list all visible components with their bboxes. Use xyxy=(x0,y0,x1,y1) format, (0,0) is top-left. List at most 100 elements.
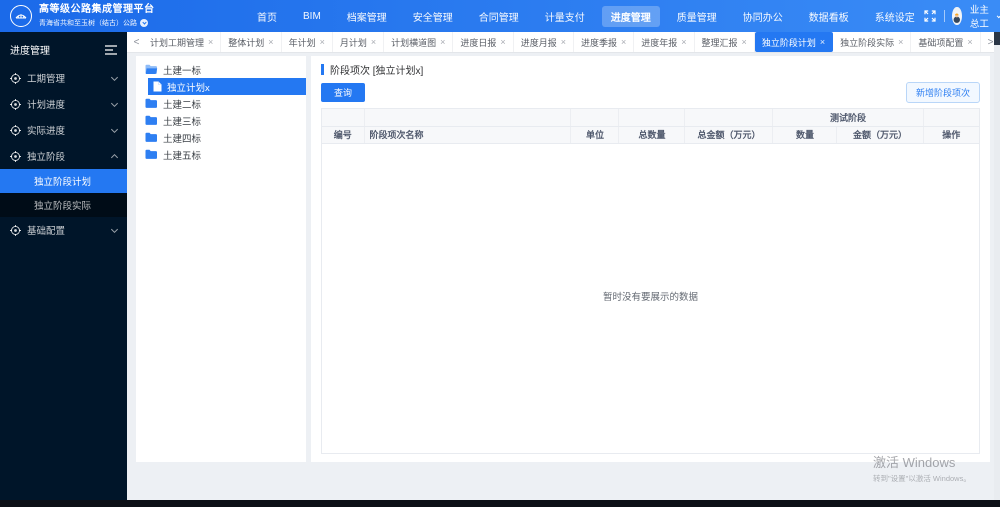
tab-label: 独立阶段实际 xyxy=(840,37,895,48)
tab-close-icon[interactable]: × xyxy=(561,37,566,47)
nav-item-contract[interactable]: 合同管理 xyxy=(470,6,528,27)
sidebar-title: 进度管理 xyxy=(10,46,50,57)
tab-year-plan[interactable]: 年计划 × xyxy=(282,32,333,52)
tab-close-icon[interactable]: × xyxy=(681,37,686,47)
sidebar-item-independent-stage-plan[interactable]: 独立阶段计划 xyxy=(0,169,127,193)
nav-item-archives[interactable]: 档案管理 xyxy=(338,6,396,27)
tab-yearly-report[interactable]: 进度年报 × xyxy=(634,32,695,52)
tab-label: 基础项配置 xyxy=(918,37,964,48)
nav-item-quality[interactable]: 质量管理 xyxy=(668,6,726,27)
tree-item-label: 独立计划x xyxy=(167,82,210,94)
tab-independent-stage-plan[interactable]: 独立阶段计划 × xyxy=(754,32,834,52)
column-header-unit: 单位 xyxy=(570,126,620,144)
column-header-quantity: 数量 xyxy=(772,126,838,144)
table-empty-state: 暂时没有要展示的数据 xyxy=(322,143,979,453)
column-header-number: 编号 xyxy=(322,126,365,144)
tree-folder-label: 土建四标 xyxy=(163,133,202,145)
column-header-actions: 操作 xyxy=(923,126,979,144)
menu-collapse-icon[interactable] xyxy=(105,44,117,55)
project-switcher-icon[interactable] xyxy=(140,18,148,27)
tab-overall-plan[interactable]: 整体计划 × xyxy=(221,32,282,52)
tab-close-icon[interactable]: × xyxy=(500,37,505,47)
brand-text: 高等级公路集成管理平台 青海省共和至玉树（结古）公路 xyxy=(39,4,155,28)
tab-close-icon[interactable]: × xyxy=(371,37,376,47)
top-header: 高等级公路集成管理平台 青海省共和至玉树（结古）公路 首页 BIM 档案管理 安… xyxy=(0,0,1000,32)
tab-base-item-config[interactable]: 基础项配置 × xyxy=(911,32,981,52)
nav-item-settings[interactable]: 系统设定 xyxy=(866,6,924,27)
tab-close-icon[interactable]: × xyxy=(440,37,445,47)
fullscreen-icon[interactable] xyxy=(924,10,936,22)
tab-close-icon[interactable]: × xyxy=(268,37,273,47)
tab-month-plan[interactable]: 月计划 × xyxy=(333,32,385,52)
sidebar-item-actual-progress[interactable]: 实际进度 xyxy=(0,117,127,143)
tab-label: 进度季报 xyxy=(580,37,617,48)
tabs-wrap: 计划工期管理 × 整体计划 × 年计划 × 月计划 × 计划横道图 × 进度日报 × 进度月… xyxy=(143,32,984,52)
nav-item-measurement[interactable]: 计量支付 xyxy=(536,6,594,27)
sidebar-item-label: 实际进度 xyxy=(27,126,66,137)
tree-folder-section1[interactable]: 土建一标 xyxy=(136,61,306,78)
tab-close-icon[interactable]: × xyxy=(320,37,325,47)
tab-quarterly-report[interactable]: 进度季报 × xyxy=(574,32,635,52)
column-header-stage-item-name: 阶段项次名称 xyxy=(364,126,572,144)
tab-close-icon[interactable]: × xyxy=(898,37,903,47)
tab-close-icon[interactable]: × xyxy=(208,37,213,47)
tab-daily-report[interactable]: 进度日报 × xyxy=(453,32,514,52)
tree-folder-section3[interactable]: 土建三标 xyxy=(136,112,306,129)
tabs-scroll-left-icon[interactable]: < xyxy=(130,37,143,48)
sidebar-item-planned-progress[interactable]: 计划进度 xyxy=(0,91,127,117)
tab-label: 整理汇报 xyxy=(701,37,738,48)
nav-item-progress[interactable]: 进度管理 xyxy=(601,5,660,27)
nav-item-dashboard[interactable]: 数据看板 xyxy=(800,6,858,27)
compass-icon xyxy=(10,124,21,136)
tree-folder-section5[interactable]: 土建五标 xyxy=(136,146,306,163)
sidebar-item-base-config[interactable]: 基础配置 xyxy=(0,217,127,243)
sidebar-item-duration-mgmt[interactable]: 工期管理 xyxy=(0,65,127,91)
compass-icon xyxy=(10,150,21,162)
tab-summary-report[interactable]: 整理汇报 × xyxy=(695,32,755,52)
tab-plan-duration-mgmt[interactable]: 计划工期管理 × xyxy=(143,32,222,52)
tree-folder-label: 土建三标 xyxy=(163,116,202,128)
page-scrollbar[interactable] xyxy=(994,32,1000,500)
tree-item-independent-plan[interactable]: 独立计划x xyxy=(148,78,306,95)
tab-monthly-report[interactable]: 进度月报 × xyxy=(514,32,574,52)
tab-label: 整体计划 xyxy=(228,37,265,48)
chevron-down-icon xyxy=(110,225,119,233)
sidebar-item-label: 独立阶段 xyxy=(27,152,66,163)
avatar[interactable] xyxy=(952,7,962,25)
tab-label: 进度日报 xyxy=(460,37,497,48)
empty-state-text: 暂时没有要展示的数据 xyxy=(602,291,698,303)
tab-bar: < 计划工期管理 × 整体计划 × 年计划 × 月计划 × 计划横道图 × 进度日报 × 进… xyxy=(127,32,1000,53)
chevron-down-icon xyxy=(110,99,119,107)
table-group-header-row: 测试阶段 xyxy=(322,109,979,127)
user-name[interactable]: 业主总工 xyxy=(970,2,990,30)
project-tree-panel: 土建一标 独立计划x 土建二标 土建三标 土建四标 土建五标 xyxy=(136,56,306,462)
sidebar-item-label: 工期管理 xyxy=(27,74,66,85)
tab-label: 计划工期管理 xyxy=(150,37,205,48)
sidebar-item-independent-stage[interactable]: 独立阶段 xyxy=(0,143,127,169)
tree-folder-section4[interactable]: 土建四标 xyxy=(136,129,306,146)
tab-close-icon[interactable]: × xyxy=(820,37,825,47)
tab-close-icon[interactable]: × xyxy=(621,37,626,47)
add-stage-item-button[interactable]: 新增阶段项次 xyxy=(905,82,980,103)
tab-close-icon[interactable]: × xyxy=(967,37,972,47)
header-divider xyxy=(943,10,945,22)
column-header-amount: 金额（万元） xyxy=(836,126,924,144)
folder-icon xyxy=(145,132,158,143)
tab-label: 进度年报 xyxy=(641,37,678,48)
chevron-up-icon xyxy=(110,153,119,161)
sidebar-item-independent-stage-actual[interactable]: 独立阶段实际 xyxy=(0,193,127,217)
query-button[interactable]: 查询 xyxy=(321,83,366,102)
panel-title: 阶段项次 [独立计划x] xyxy=(321,62,980,77)
tree-folder-section2[interactable]: 土建二标 xyxy=(136,95,306,112)
folder-icon xyxy=(145,115,158,126)
nav-item-bim[interactable]: BIM xyxy=(294,8,330,25)
nav-item-home[interactable]: 首页 xyxy=(248,6,286,27)
scrollbar-thumb[interactable] xyxy=(994,32,1000,45)
tab-independent-stage-actual[interactable]: 独立阶段实际 × xyxy=(833,32,912,52)
tab-plan-gantt[interactable]: 计划横道图 × xyxy=(384,32,454,52)
content-area: 土建一标 独立计划x 土建二标 土建三标 土建四标 土建五标 阶段项次 [独立计… xyxy=(127,53,1000,500)
tab-close-icon[interactable]: × xyxy=(742,37,747,47)
nav-item-safety[interactable]: 安全管理 xyxy=(404,6,462,27)
column-group-test-stage: 测试阶段 xyxy=(772,109,924,127)
nav-item-collaboration[interactable]: 协同办公 xyxy=(734,6,792,27)
